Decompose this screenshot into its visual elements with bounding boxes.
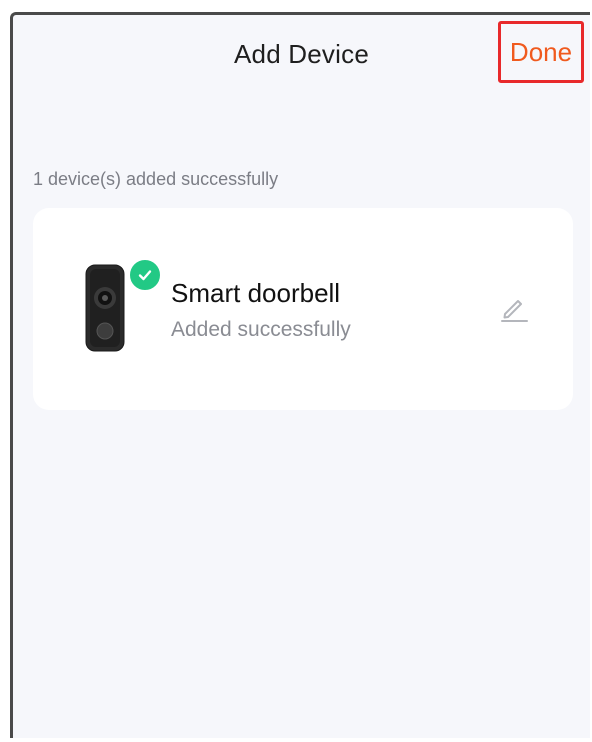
- devices-added-summary: 1 device(s) added successfully: [33, 169, 279, 189]
- device-name: Smart doorbell: [171, 278, 341, 308]
- done-button[interactable]: Done: [498, 21, 584, 83]
- pencil-icon: [501, 300, 528, 322]
- doorbell-image: [85, 264, 125, 352]
- header-bar: Add Device Done: [13, 15, 590, 99]
- app-screen: Add Device Done 1 device(s) added succes…: [10, 12, 590, 738]
- device-status: Added successfully: [171, 318, 351, 341]
- device-card[interactable]: Smart doorbell Added successfully: [33, 208, 573, 410]
- check-circle-icon: [128, 258, 162, 292]
- edit-device-name-button[interactable]: [495, 290, 531, 326]
